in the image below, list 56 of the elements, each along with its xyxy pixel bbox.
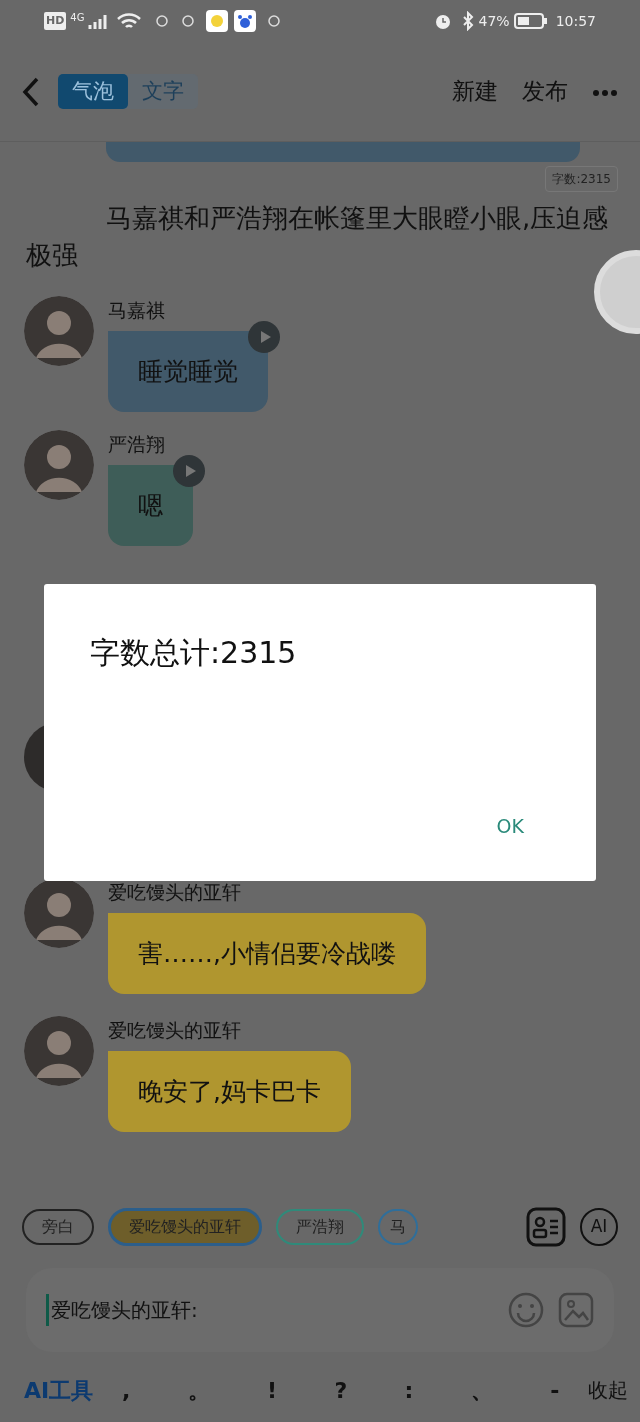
- avatar: [24, 296, 94, 366]
- image-icon: [558, 1292, 594, 1328]
- hd-label: HD: [44, 11, 67, 31]
- ai-button[interactable]: AI: [580, 1208, 618, 1246]
- tab[interactable]: 气泡: [58, 73, 128, 110]
- message-bubble: 晚安了,妈卡巴卡: [108, 1050, 351, 1132]
- back-icon: [22, 76, 40, 107]
- message-bubble: 害……,小情侣要冷战喽: [108, 912, 426, 994]
- tab[interactable]: 文字: [128, 73, 198, 110]
- sender-name: 严浩翔: [108, 432, 166, 457]
- role-chip[interactable]: 爱吃馒头的亚轩: [108, 1208, 262, 1246]
- narration-text: 马嘉祺和严浩翔在帐篷里大眼瞪小眼,压迫感极强: [25, 202, 610, 272]
- header-action[interactable]: 新建: [452, 74, 498, 109]
- more-icon: [592, 88, 618, 97]
- play-icon: [260, 330, 271, 343]
- punctuation-key[interactable]: :: [398, 1372, 420, 1408]
- punctuation-key[interactable]: ?: [328, 1372, 354, 1408]
- punctuation-key[interactable]: -: [544, 1372, 566, 1408]
- sender-name: 马嘉祺: [108, 298, 166, 323]
- notification-icon: [182, 15, 195, 27]
- notification-icon: [268, 15, 281, 27]
- punctuation-key[interactable]: !: [261, 1372, 284, 1408]
- avatar: [24, 1016, 94, 1086]
- play-button[interactable]: [173, 454, 205, 487]
- message-field[interactable]: 爱吃馒头的亚轩:: [26, 1268, 614, 1352]
- message-input[interactable]: 爱吃馒头的亚轩:: [46, 1294, 494, 1326]
- battery-percent: 47%: [478, 11, 510, 31]
- bluetooth-icon: [460, 11, 475, 31]
- battery-icon: [513, 12, 548, 30]
- play-button[interactable]: [248, 320, 280, 353]
- paw-icon: [234, 10, 257, 32]
- play-icon: [185, 464, 196, 477]
- role-chip[interactable]: 旁白: [22, 1209, 94, 1245]
- header-action[interactable]: 发布: [522, 74, 568, 109]
- avatar: [24, 430, 94, 500]
- role-chip[interactable]: 马: [378, 1209, 418, 1245]
- app-icon: [206, 10, 229, 32]
- punctuation-key[interactable]: ,: [115, 1372, 137, 1408]
- notification-icon: [156, 15, 169, 27]
- avatar: [24, 878, 94, 948]
- clock: 10:57: [555, 11, 596, 31]
- contact-card-button[interactable]: [526, 1207, 566, 1247]
- collapse-button[interactable]: 收起: [588, 1375, 640, 1405]
- dialog-text: 字数总计:2315: [90, 634, 298, 672]
- ok-button[interactable]: OK: [490, 810, 530, 841]
- role-chip[interactable]: 严浩翔: [276, 1209, 364, 1245]
- word-count-tag: 字数:2315: [545, 166, 618, 192]
- network-label: 4G: [70, 11, 85, 25]
- punctuation-key[interactable]: 。: [181, 1372, 216, 1408]
- sender-name: 爱吃馒头的亚轩: [108, 880, 242, 905]
- emoji-icon: [508, 1292, 544, 1328]
- contact-card-icon: [526, 1207, 566, 1247]
- punctuation-key[interactable]: 、: [464, 1372, 499, 1408]
- ai-tools-button[interactable]: AI工具: [24, 1373, 94, 1407]
- sender-name: 爱吃馒头的亚轩: [108, 1018, 242, 1043]
- back-button[interactable]: [22, 76, 40, 107]
